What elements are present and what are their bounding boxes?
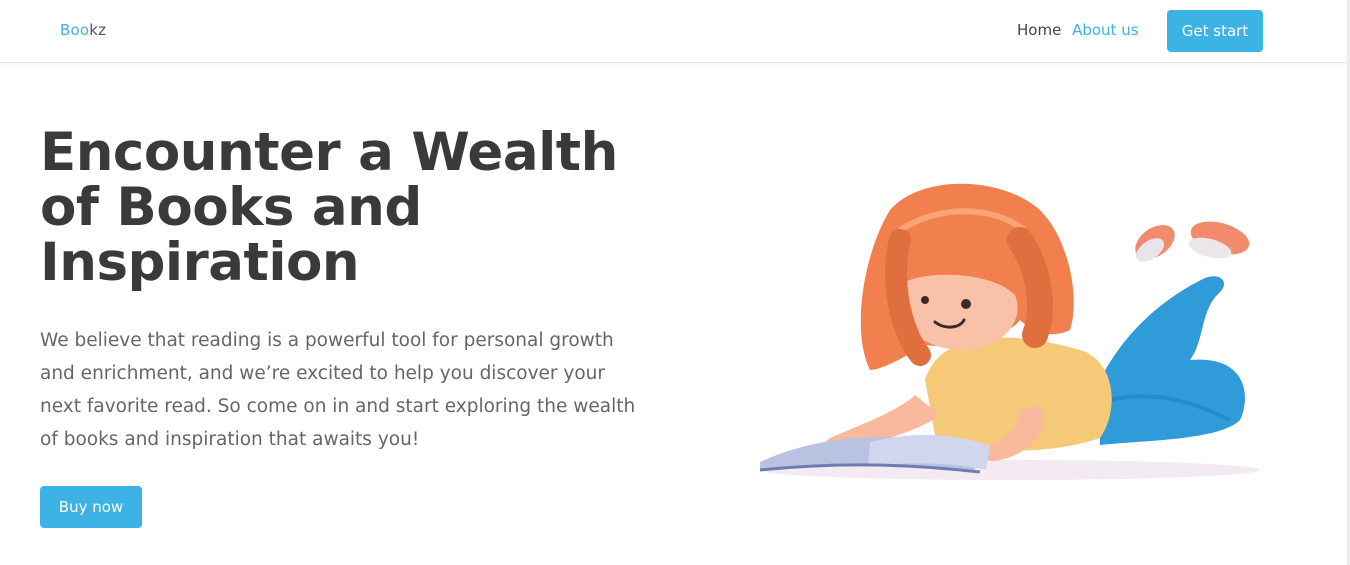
top-navbar: Bookz Home About us Get start bbox=[0, 0, 1350, 63]
get-start-button[interactable]: Get start bbox=[1167, 10, 1263, 52]
hero-description: We believe that reading is a powerful to… bbox=[40, 330, 636, 450]
nav-links: Home About us bbox=[1017, 21, 1145, 39]
nav-link-about-us[interactable]: About us bbox=[1072, 21, 1138, 39]
logo-text-rest: kz bbox=[89, 21, 107, 39]
logo-text-accent: Boo bbox=[60, 21, 90, 39]
girl-reading-book-illustration bbox=[750, 170, 1270, 490]
girl-reading-icon bbox=[759, 183, 1260, 480]
nav-link-home[interactable]: Home bbox=[1017, 21, 1061, 39]
hero-title: Encounter a Wealth of Books and Inspirat… bbox=[40, 122, 618, 293]
brand-logo[interactable]: Bookz bbox=[60, 21, 106, 39]
buy-now-button[interactable]: Buy now bbox=[40, 486, 142, 528]
